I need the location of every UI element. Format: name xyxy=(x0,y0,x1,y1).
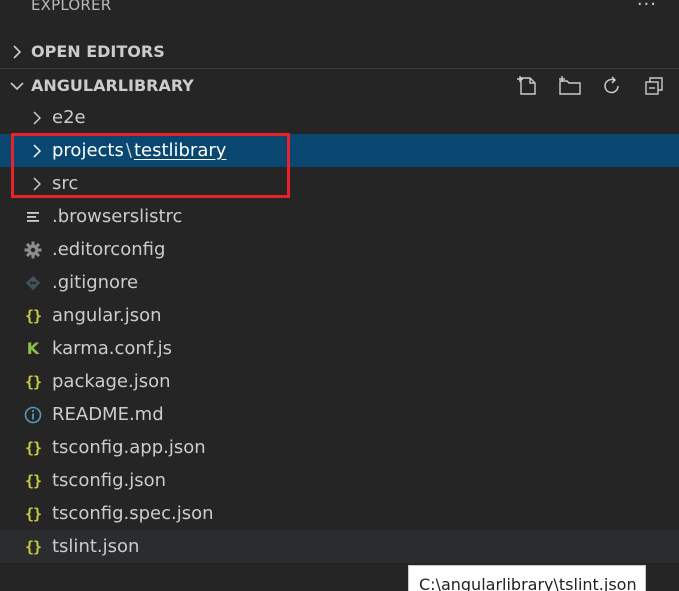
tree-item-label: e2e xyxy=(52,107,86,128)
json-icon: {} xyxy=(24,471,42,490)
gear-icon xyxy=(22,241,44,259)
tree-item-projects[interactable]: projects \ testlibrary xyxy=(0,134,679,167)
tree-item-editorconfig[interactable]: .editorconfig xyxy=(0,233,679,266)
karma-icon: K xyxy=(26,339,40,358)
tree-item-label: angular.json xyxy=(52,305,162,326)
tree-item-karma-conf[interactable]: K karma.conf.js xyxy=(0,332,679,365)
collapse-all-icon[interactable] xyxy=(633,69,675,102)
explorer-panel: EXPLORER ··· OPEN EDITORS ANGULARLIBRARY xyxy=(0,0,679,591)
chevron-right-icon xyxy=(26,176,46,191)
chevron-down-icon xyxy=(0,81,31,91)
json-icon: {} xyxy=(24,306,42,325)
info-icon xyxy=(22,406,44,424)
tree-item-label: .gitignore xyxy=(52,272,139,293)
open-editors-section-header[interactable]: OPEN EDITORS xyxy=(0,35,679,68)
git-icon xyxy=(22,275,44,291)
tree-item-tsconfig-app[interactable]: {} tsconfig.app.json xyxy=(0,431,679,464)
tree-item-label: karma.conf.js xyxy=(52,338,172,359)
json-icon: {} xyxy=(24,504,42,523)
tree-item-package-json[interactable]: {} package.json xyxy=(0,365,679,398)
tree-item-label: README.md xyxy=(52,404,164,425)
tree-item-label: .browserslistrc xyxy=(52,206,183,227)
chevron-right-icon xyxy=(26,110,46,125)
chevron-right-icon xyxy=(26,143,46,158)
tree-item-label: tsconfig.app.json xyxy=(52,437,206,458)
chevron-right-icon xyxy=(0,44,31,59)
tree-item-label: .editorconfig xyxy=(52,239,166,260)
new-file-icon[interactable] xyxy=(507,69,549,102)
tree-item-label: tsconfig.json xyxy=(52,470,167,491)
explorer-title: EXPLORER xyxy=(31,0,112,14)
tree-item-tslint[interactable]: {} tslint.json xyxy=(0,530,679,563)
tree-item-label: projects xyxy=(52,140,124,161)
tree-item-angular-json[interactable]: {} angular.json xyxy=(0,299,679,332)
open-editors-label: OPEN EDITORS xyxy=(31,42,165,61)
tree-item-sublabel[interactable]: testlibrary xyxy=(134,140,226,161)
more-actions-icon[interactable]: ··· xyxy=(637,0,657,15)
json-icon: {} xyxy=(24,438,42,457)
tree-item-gitignore[interactable]: .gitignore xyxy=(0,266,679,299)
tree-item-label: package.json xyxy=(52,371,171,392)
tree-item-label: src xyxy=(52,173,79,194)
new-folder-icon[interactable] xyxy=(549,69,591,102)
tree-item-tsconfig[interactable]: {} tsconfig.json xyxy=(0,464,679,497)
tree-item-label: tsconfig.spec.json xyxy=(52,503,214,524)
workspace-section-header[interactable]: ANGULARLIBRARY xyxy=(0,68,679,102)
tree-item-label: tslint.json xyxy=(52,536,140,557)
tree-item-readme[interactable]: README.md xyxy=(0,398,679,431)
tree-item-tsconfig-spec[interactable]: {} tsconfig.spec.json xyxy=(0,497,679,530)
json-icon: {} xyxy=(24,537,42,556)
tree-item-src[interactable]: src xyxy=(0,167,679,200)
explorer-title-bar: EXPLORER ··· xyxy=(0,0,679,22)
path-tooltip: C:\angularlibrary\tslint.json xyxy=(408,565,646,591)
tree-item-browserslistrc[interactable]: .browserslistrc xyxy=(0,200,679,233)
path-separator: \ xyxy=(125,140,132,161)
workspace-label: ANGULARLIBRARY xyxy=(31,76,194,95)
json-icon: {} xyxy=(24,372,42,391)
refresh-icon[interactable] xyxy=(591,69,633,102)
tree-item-e2e[interactable]: e2e xyxy=(0,101,679,134)
workspace-actions xyxy=(507,69,675,102)
text-lines-icon xyxy=(22,210,44,224)
